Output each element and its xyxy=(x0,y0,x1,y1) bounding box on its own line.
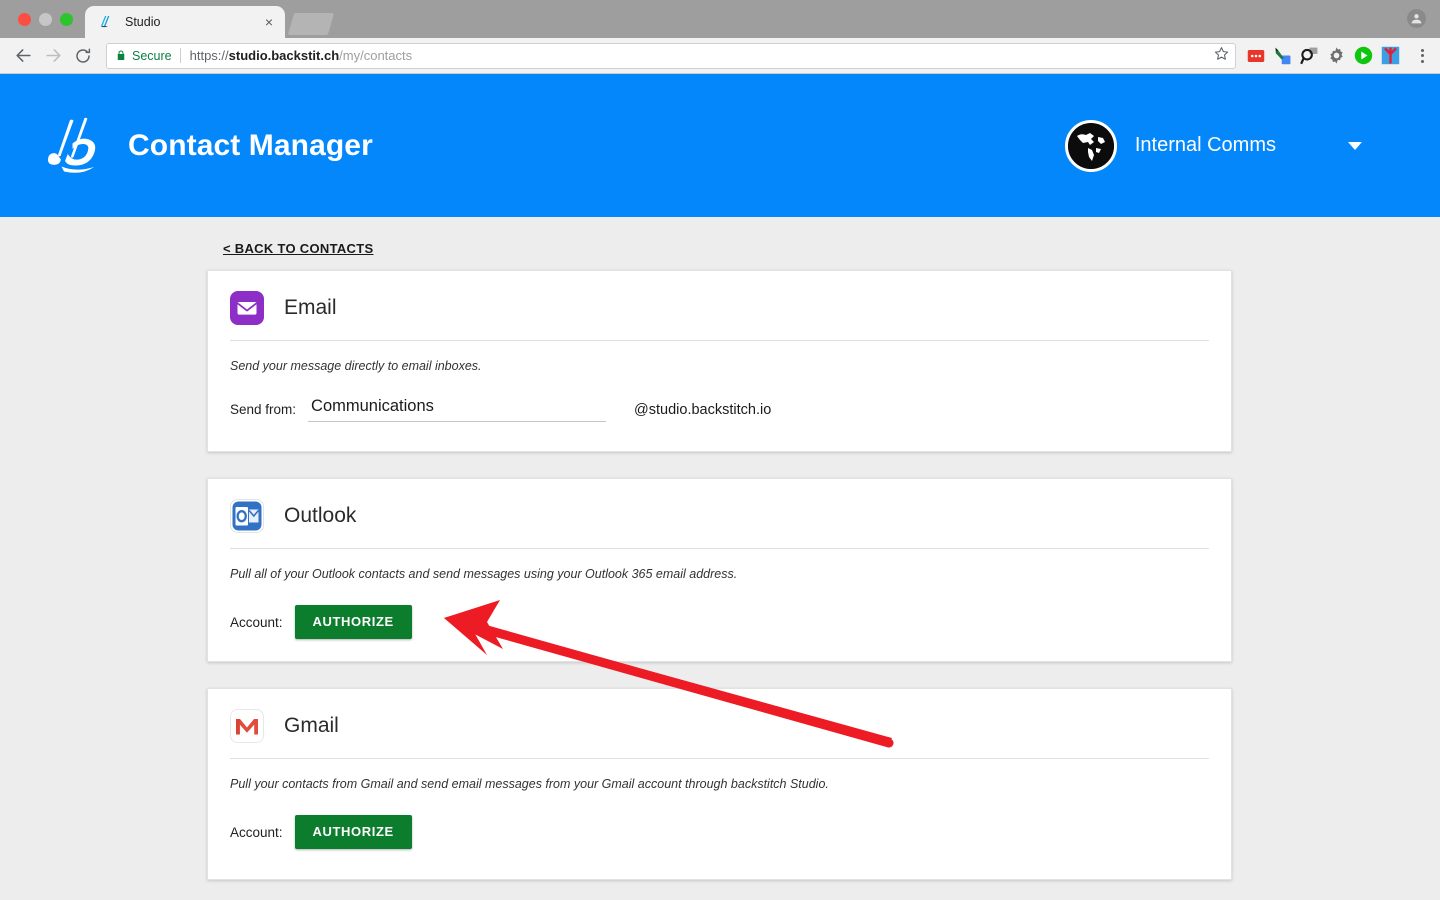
omnibox-divider xyxy=(179,48,181,63)
email-domain-suffix: @studio.backstitch.io xyxy=(634,401,772,418)
close-icon[interactable]: × xyxy=(261,15,277,29)
channel-card-email: Email Send your message directly to emai… xyxy=(207,270,1232,452)
card-header: Outlook xyxy=(230,499,1209,549)
card-title: Gmail xyxy=(284,714,339,737)
url-path: /my/contacts xyxy=(339,48,413,63)
browser-menu-icon[interactable] xyxy=(1412,48,1432,63)
browser-toolbar: Secure https://studio.backstit.ch/my/con… xyxy=(0,38,1440,74)
rss-icon[interactable] xyxy=(1246,46,1265,65)
globe-icon xyxy=(1064,119,1117,172)
url-scheme: https:// xyxy=(189,48,229,63)
pen-tool-icon[interactable] xyxy=(1273,46,1292,65)
backstitch-logo-icon xyxy=(99,14,115,30)
back-to-contacts-link[interactable]: < BACK TO CONTACTS xyxy=(207,217,373,270)
reload-icon[interactable] xyxy=(68,41,98,71)
account-row: Account: AUTHORIZE xyxy=(230,791,1209,849)
forward-icon xyxy=(38,41,68,71)
url-host: studio.backstit.ch xyxy=(228,48,340,63)
send-from-row: Send from: @studio.backstitch.io xyxy=(230,373,1209,422)
lock-icon xyxy=(115,49,127,62)
card-title: Outlook xyxy=(284,504,357,527)
back-icon[interactable] xyxy=(8,41,38,71)
card-title: Email xyxy=(284,296,337,319)
window-controls xyxy=(12,0,83,38)
card-header: Gmail xyxy=(230,709,1209,759)
page-body: < BACK TO CONTACTS Email Send your messa… xyxy=(0,217,1440,896)
gmail-icon xyxy=(230,709,264,743)
new-tab-button[interactable] xyxy=(287,13,335,35)
tab-title: Studio xyxy=(125,15,161,29)
chevron-down-icon[interactable] xyxy=(1348,141,1362,150)
card-description: Pull all of your Outlook contacts and se… xyxy=(230,567,738,581)
url-text: https://studio.backstit.ch/my/contacts xyxy=(190,48,413,63)
account-label: Account: xyxy=(230,824,283,840)
extension-toolbar xyxy=(1242,46,1432,65)
card-description: Pull your contacts from Gmail and send e… xyxy=(230,777,829,791)
envelope-icon xyxy=(230,291,264,325)
bookmark-star-icon[interactable] xyxy=(1214,46,1229,66)
close-window-button[interactable] xyxy=(18,12,31,26)
send-from-label: Send from: xyxy=(230,402,297,417)
account-switcher[interactable]: Internal Comms xyxy=(1064,119,1362,172)
app-header: Contact Manager Internal Comms xyxy=(0,74,1440,217)
channel-card-gmail: Gmail Pull your contacts from Gmail and … xyxy=(207,688,1232,880)
browser-chrome: Studio × Secure https://studio.backstit.… xyxy=(0,0,1440,74)
card-header: Email xyxy=(230,291,1209,341)
avatar[interactable] xyxy=(1407,9,1426,28)
outlook-icon xyxy=(230,499,264,533)
account-label: Account: xyxy=(230,614,283,630)
tab-strip: Studio × xyxy=(0,0,1440,38)
security-status-label: Secure xyxy=(132,48,172,63)
brand: Contact Manager xyxy=(42,116,373,176)
address-bar[interactable]: Secure https://studio.backstit.ch/my/con… xyxy=(106,42,1236,69)
gear-icon[interactable] xyxy=(1327,46,1346,65)
browser-tab-studio[interactable]: Studio × xyxy=(85,6,285,38)
account-name-label: Internal Comms xyxy=(1134,134,1276,156)
page-title: Contact Manager xyxy=(128,128,373,162)
account-row: Account: AUTHORIZE xyxy=(230,581,1209,639)
card-description: Send your message directly to email inbo… xyxy=(230,359,482,373)
channel-card-outlook: Outlook Pull all of your Outlook contact… xyxy=(207,478,1232,662)
minimize-window-button[interactable] xyxy=(39,12,52,26)
play-icon[interactable] xyxy=(1354,46,1373,65)
gmail-authorize-button[interactable]: AUTHORIZE xyxy=(294,815,412,849)
maximize-window-button[interactable] xyxy=(60,12,73,26)
outlook-authorize-button[interactable]: AUTHORIZE xyxy=(294,605,412,639)
backstitch-brush-b-logo-icon xyxy=(42,116,108,176)
screenshot-icon[interactable] xyxy=(1300,46,1319,65)
person-icon[interactable] xyxy=(1381,46,1400,65)
send-from-input[interactable] xyxy=(308,397,607,422)
